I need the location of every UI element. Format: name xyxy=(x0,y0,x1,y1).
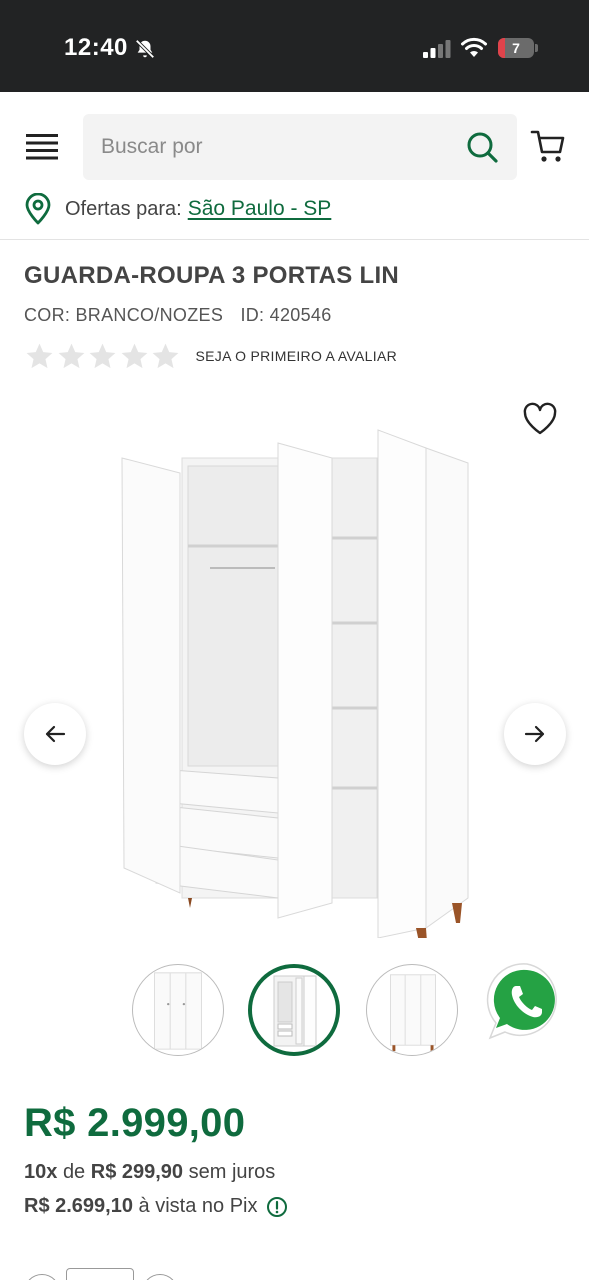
pix-value: R$ 2.699,10 xyxy=(24,1195,133,1217)
rating-cta[interactable]: SEJA O PRIMEIRO A AVALIAR xyxy=(196,348,398,364)
star-icon xyxy=(89,343,116,368)
thumbnail-image xyxy=(154,972,202,1050)
thumbnail-image xyxy=(389,974,436,1052)
product-image[interactable] xyxy=(110,418,480,938)
cart-icon[interactable] xyxy=(530,128,566,164)
location-link[interactable]: São Paulo - SP xyxy=(188,197,332,221)
product-id: ID: 420546 xyxy=(240,305,332,325)
heart-icon[interactable] xyxy=(522,402,558,436)
search-bar[interactable] xyxy=(83,114,517,180)
arrow-left-icon xyxy=(45,725,66,743)
whatsapp-icon[interactable] xyxy=(486,960,568,1042)
thumbnail-3[interactable] xyxy=(366,964,458,1056)
menu-icon[interactable] xyxy=(26,134,58,160)
header-divider xyxy=(0,239,589,240)
product-meta: COR: BRANCO/NOZES ID: 420546 xyxy=(24,305,332,326)
thumbnail-1[interactable] xyxy=(132,964,224,1056)
next-image-button[interactable] xyxy=(504,703,566,765)
thumbnail-2[interactable] xyxy=(248,964,340,1056)
battery-level: 7 xyxy=(512,40,520,56)
installments-suffix: sem juros xyxy=(188,1161,276,1183)
pix-text: à vista no Pix xyxy=(138,1195,258,1217)
star-icon xyxy=(121,343,147,368)
previous-image-button[interactable] xyxy=(24,703,86,765)
search-icon[interactable] xyxy=(465,130,499,164)
bell-muted-icon xyxy=(135,39,155,59)
installments-count: 10x xyxy=(24,1161,58,1183)
product-gallery xyxy=(0,390,589,950)
location-selector[interactable]: Ofertas para: São Paulo - SP xyxy=(24,193,331,225)
location-pin-icon xyxy=(25,193,51,225)
pix-price-line: R$ 2.699,10 à vista no Pix xyxy=(24,1195,288,1218)
quantity-decrease-button[interactable] xyxy=(24,1274,60,1280)
info-icon[interactable] xyxy=(266,1196,288,1218)
product-color: COR: BRANCO/NOZES xyxy=(24,305,224,325)
quantity-increase-button[interactable] xyxy=(142,1274,178,1280)
installments-connector: de xyxy=(62,1161,86,1183)
product-title: GUARDA-ROUPA 3 PORTAS LIN xyxy=(24,262,400,289)
star-icon xyxy=(58,343,84,368)
search-input[interactable] xyxy=(101,114,441,180)
arrow-right-icon xyxy=(524,725,545,743)
quantity-field[interactable] xyxy=(66,1268,134,1280)
thumbnail-image xyxy=(273,975,317,1047)
star-icon xyxy=(26,343,53,368)
rating-row[interactable]: SEJA O PRIMEIRO A AVALIAR xyxy=(24,340,397,372)
status-bar: 12:40 7 xyxy=(0,0,589,92)
battery-icon: 7 xyxy=(498,38,538,58)
star-icon xyxy=(152,343,179,368)
product-price: R$ 2.999,00 xyxy=(24,1101,246,1145)
installment-value: R$ 299,90 xyxy=(90,1161,184,1183)
installments-line: 10x de R$ 299,90 sem juros xyxy=(24,1161,275,1184)
location-label: Ofertas para: xyxy=(65,197,182,220)
wifi-icon xyxy=(461,37,487,57)
status-time: 12:40 xyxy=(64,34,128,61)
signal-icon xyxy=(423,40,451,58)
